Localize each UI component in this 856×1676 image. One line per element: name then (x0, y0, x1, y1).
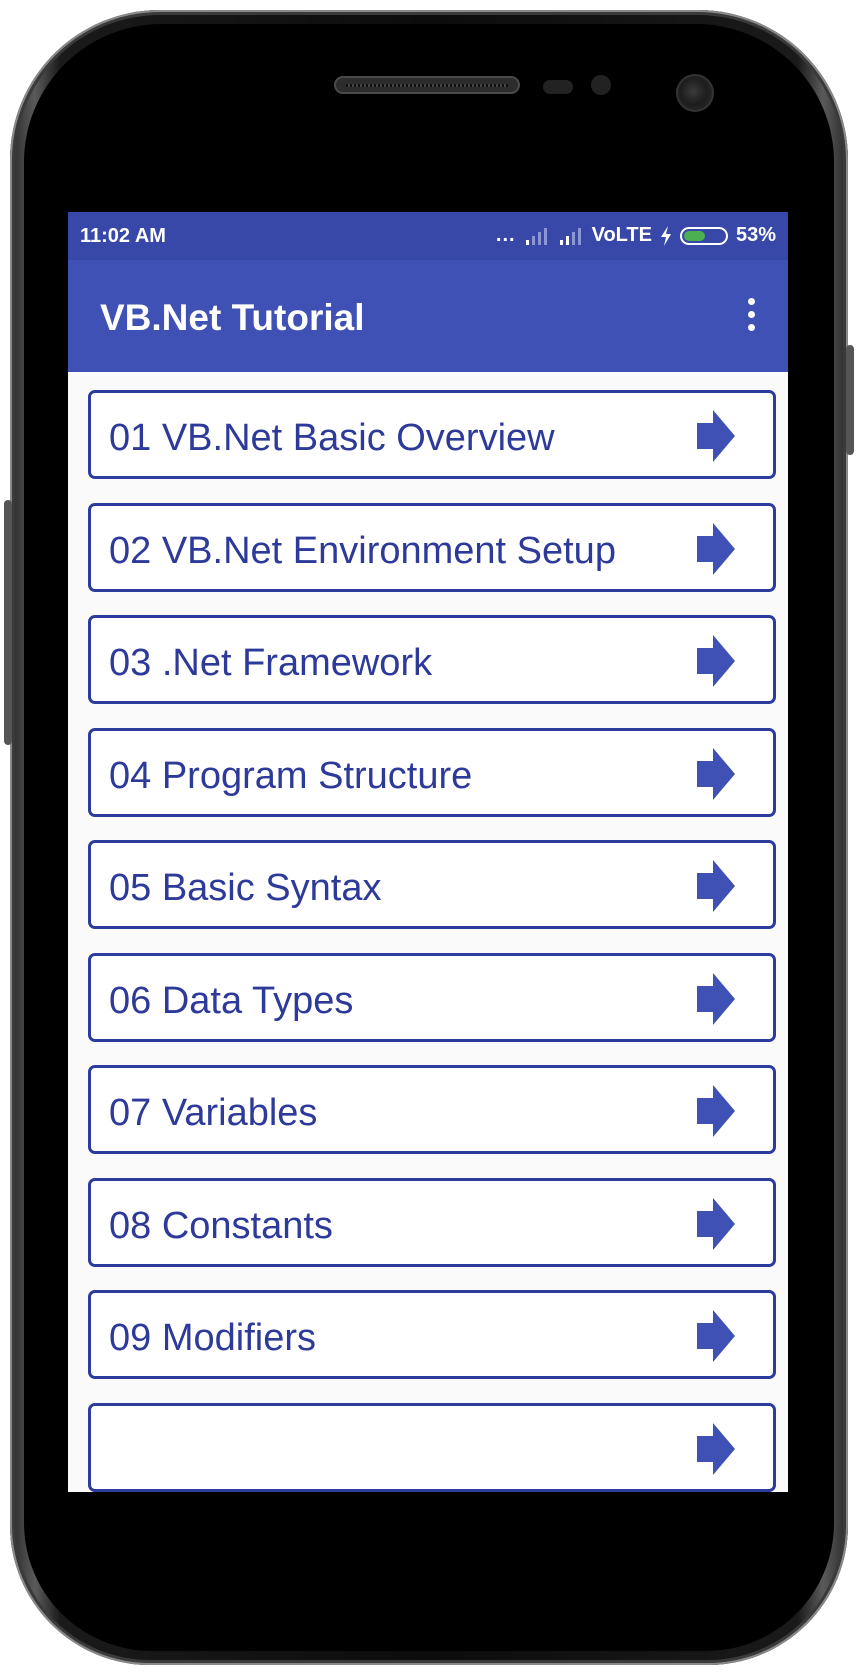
status-bar: 11:02 AM ... VoLTE 53% (68, 212, 788, 260)
list-item-label: 09 Modifiers (109, 1317, 316, 1359)
arrow-right-icon (697, 1422, 735, 1475)
list-item[interactable]: 06 Data Types (88, 952, 776, 1042)
list-item-label: 02 VB.Net Environment Setup (109, 529, 616, 572)
list-item-label: 06 Data Types (109, 979, 354, 1022)
signal-icon (559, 227, 581, 245)
arrow-right-icon (697, 522, 735, 575)
power-button (846, 345, 854, 455)
light-sensor (591, 75, 611, 95)
signal-icon (525, 227, 547, 245)
list-item[interactable]: 02 VB.Net Environment Setup (88, 502, 776, 592)
battery-fill (683, 230, 705, 241)
list-item-label: 04 Program Structure (109, 754, 473, 797)
list-item[interactable]: 07 Variables (88, 1065, 776, 1154)
list-item-label: 05 Basic Syntax (109, 867, 382, 909)
list-item[interactable]: 04 Program Structure (88, 727, 776, 817)
proximity-sensor (543, 80, 573, 94)
list-item[interactable]: 09 Modifiers (88, 1290, 776, 1379)
list-item[interactable]: 05 Basic Syntax (88, 840, 776, 929)
list-item-label: 07 Variables (109, 1092, 318, 1134)
network-type: VoLTE (591, 224, 652, 246)
volume-button (4, 500, 12, 745)
list-item[interactable]: 03 .Net Framework (88, 615, 776, 704)
arrow-right-icon (697, 1085, 735, 1137)
battery-icon (679, 226, 728, 245)
more-vert-icon[interactable] (744, 298, 758, 334)
status-icons: ... VoLTE 53% (496, 224, 776, 247)
arrow-right-icon (697, 747, 735, 800)
more-notifications-icon: ... (495, 224, 516, 246)
charging-icon (660, 225, 671, 246)
list-item-label: 08 Constants (109, 1204, 333, 1247)
arrow-right-icon (697, 972, 735, 1025)
earpiece-speaker (334, 76, 520, 94)
arrow-right-icon (697, 860, 735, 912)
arrow-right-icon (697, 1310, 735, 1362)
list-item-label: 01 VB.Net Basic Overview (109, 417, 555, 459)
app-screen: 11:02 AM ... VoLTE 53% VB.Net Tutorial 0… (68, 212, 788, 1492)
arrow-right-icon (697, 410, 735, 462)
arrow-right-icon (697, 635, 735, 687)
list-item[interactable]: 01 VB.Net Basic Overview (88, 390, 776, 479)
list-item[interactable] (88, 1402, 776, 1492)
list-item[interactable]: 08 Constants (88, 1177, 776, 1267)
battery-percent: 53% (735, 224, 776, 246)
status-time: 11:02 AM (80, 225, 166, 247)
front-camera (676, 74, 714, 112)
arrow-right-icon (697, 1197, 735, 1250)
app-bar: VB.Net Tutorial (68, 260, 788, 372)
list-item-label: 03 .Net Framework (109, 642, 433, 684)
app-title: VB.Net Tutorial (100, 297, 365, 338)
